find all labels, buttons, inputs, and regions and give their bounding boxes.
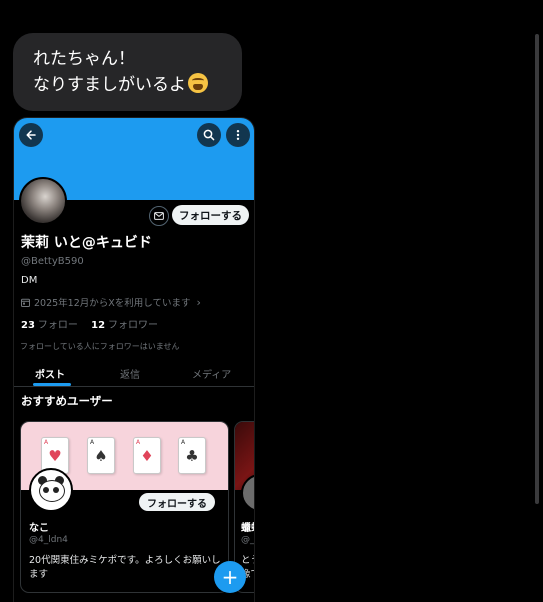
tab-media[interactable]: メディア xyxy=(192,366,231,381)
card-user-bio: 20代関東住みミケポです。よろしくお願いします xyxy=(29,555,221,580)
message-line-2-text: なりすましがいるよ xyxy=(33,75,186,95)
recommended-users-title: おすすめユーザー xyxy=(21,394,113,408)
playing-card-spade-icon: A ♠ xyxy=(87,437,115,474)
weary-face-emoji-icon xyxy=(188,73,208,93)
panda-eye-right-icon xyxy=(53,487,59,493)
calendar-icon xyxy=(21,298,30,307)
active-tab-indicator xyxy=(33,383,71,386)
tab-posts[interactable]: ポスト xyxy=(35,366,65,381)
more-button[interactable] xyxy=(226,123,250,147)
card-user-handle: @4_ldn4 xyxy=(29,535,68,545)
card-follow-button[interactable]: フォローする xyxy=(139,493,215,511)
follow-button[interactable]: フォローする xyxy=(172,205,249,225)
mutual-followers-note: フォローしている人にフォロワーはいません xyxy=(20,342,180,351)
joined-text: 2025年12月からXを利用しています xyxy=(34,298,191,309)
recommended-user-card[interactable]: A ♥ A ♠ A ♦ A ♣ フォローする なこ @4_ldn4 20代関東住みミケポ… xyxy=(20,421,229,593)
message-line-1: れたちゃん！ xyxy=(33,49,135,69)
followers-count: 12 xyxy=(91,320,106,331)
profile-bio: DM xyxy=(21,275,38,286)
display-name: 茉莉 いと@キュビド xyxy=(21,235,152,251)
card-user-name: なこ xyxy=(29,523,49,534)
followers-label: フォロワー xyxy=(108,320,159,331)
x-profile-screenshot: フォローする 茉莉 いと@キュビド @BettyB590 DM 2025年12月… xyxy=(13,117,255,602)
back-button[interactable] xyxy=(19,123,43,147)
search-icon xyxy=(203,129,215,141)
profile-avatar[interactable] xyxy=(19,177,67,225)
message-button[interactable] xyxy=(149,206,169,226)
compose-post-button[interactable]: + xyxy=(214,561,246,593)
profile-tabs: ポスト 返信 メディア xyxy=(14,361,254,387)
following-count: 23 xyxy=(21,320,35,331)
card-avatar[interactable] xyxy=(29,468,73,512)
playing-card-diamond-icon: A ♦ xyxy=(133,437,161,474)
mail-icon xyxy=(154,212,164,220)
following-link[interactable]: 23 フォロー xyxy=(21,320,78,331)
tab-replies[interactable]: 返信 xyxy=(120,366,140,381)
follow-counts: 23 フォロー 12 フォロワー xyxy=(21,316,158,331)
search-button[interactable] xyxy=(197,123,221,147)
scrollbar[interactable] xyxy=(535,34,539,504)
joined-date[interactable]: 2025年12月からXを利用しています › xyxy=(21,295,201,309)
followers-link[interactable]: 12 フォロワー xyxy=(91,320,158,331)
card2-user-name: 蠟蛹 xyxy=(241,523,254,534)
more-vertical-icon xyxy=(236,130,240,140)
following-label: フォロー xyxy=(37,320,78,331)
panda-eye-left-icon xyxy=(43,487,49,493)
card2-user-handle: @_ xyxy=(241,535,255,545)
message-line-2: なりすましがいるよ xyxy=(33,72,242,98)
card2-bio-line: とう xyxy=(241,555,254,566)
arrow-left-icon xyxy=(26,130,36,140)
user-handle: @BettyB590 xyxy=(21,256,84,267)
chevron-right-icon: › xyxy=(196,295,201,309)
chat-message-bubble: れたちゃん！ なりすましがいるよ xyxy=(13,33,242,111)
playing-card-club-icon: A ♣ xyxy=(178,437,206,474)
